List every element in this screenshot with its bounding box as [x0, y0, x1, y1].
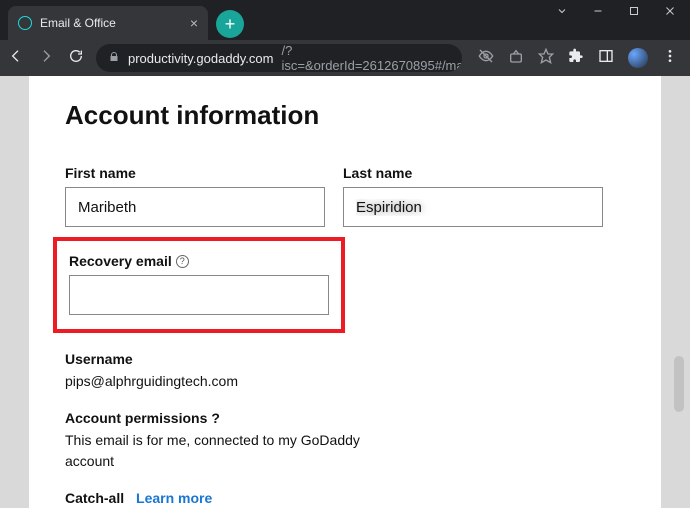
- first-name-label: First name: [65, 165, 325, 181]
- help-icon[interactable]: ?: [211, 410, 220, 426]
- recovery-email-highlight: Recovery email ?: [53, 237, 345, 333]
- url-host: productivity.godaddy.com: [128, 51, 273, 66]
- profile-avatar[interactable]: [628, 48, 648, 68]
- username-value: pips@alphrguidingtech.com: [65, 371, 395, 392]
- panel-icon[interactable]: [598, 48, 614, 69]
- browser-tab[interactable]: Email & Office ×: [8, 6, 208, 40]
- window-minimize-icon[interactable]: [592, 4, 604, 14]
- content-area: Account information First name Last name…: [0, 76, 690, 508]
- tab-close-icon[interactable]: ×: [190, 16, 198, 30]
- star-icon[interactable]: [538, 48, 554, 69]
- first-name-input[interactable]: [65, 187, 325, 227]
- share-icon[interactable]: [508, 48, 524, 69]
- extensions-icon[interactable]: [568, 48, 584, 69]
- last-name-label: Last name: [343, 165, 603, 181]
- permissions-text: This email is for me, connected to my Go…: [65, 430, 395, 472]
- menu-icon[interactable]: [662, 48, 678, 69]
- username-label: Username: [65, 351, 625, 367]
- back-button[interactable]: [8, 48, 24, 69]
- window-controls: [556, 0, 690, 14]
- window-maximize-icon[interactable]: [628, 4, 640, 14]
- catchall-learn-more-link[interactable]: Learn more: [136, 490, 212, 506]
- page: Account information First name Last name…: [29, 76, 661, 508]
- window-close-icon[interactable]: [664, 4, 676, 14]
- catchall-label: Catch-all Learn more: [65, 490, 625, 506]
- tab-favicon-icon: [18, 16, 32, 30]
- recovery-email-label: Recovery email ?: [69, 253, 329, 269]
- new-tab-button[interactable]: +: [216, 10, 244, 38]
- page-title: Account information: [65, 100, 625, 131]
- lock-icon: [108, 51, 120, 66]
- help-icon[interactable]: ?: [176, 255, 189, 268]
- permissions-label: Account permissions ?: [65, 410, 625, 426]
- last-name-input[interactable]: [343, 187, 603, 227]
- eye-off-icon[interactable]: [478, 48, 494, 69]
- forward-button[interactable]: [38, 48, 54, 69]
- tab-title: Email & Office: [40, 16, 182, 30]
- recovery-email-input[interactable]: [69, 275, 329, 315]
- window-chevron-icon[interactable]: [556, 4, 568, 14]
- url-path: /?isc=&orderId=2612670895#/mailb…: [281, 44, 462, 72]
- address-bar[interactable]: productivity.godaddy.com /?isc=&orderId=2…: [96, 44, 462, 72]
- browser-toolbar: productivity.godaddy.com /?isc=&orderId=2…: [0, 40, 690, 76]
- reload-button[interactable]: [68, 48, 84, 69]
- scrollbar-thumb[interactable]: [674, 356, 684, 412]
